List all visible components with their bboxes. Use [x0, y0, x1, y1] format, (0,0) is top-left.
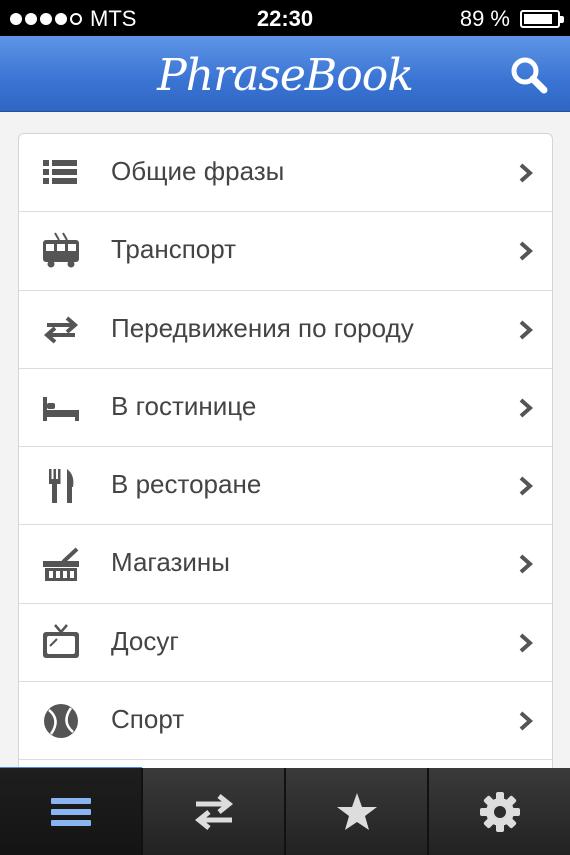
- chevron-right-icon: [519, 241, 534, 261]
- tab-translate[interactable]: [143, 768, 286, 855]
- app-title: PhraseBook: [157, 50, 414, 101]
- chevron-right-icon: [519, 554, 534, 574]
- ball-icon: [44, 704, 78, 739]
- list-item-city-travel[interactable]: Передвижения по городу: [19, 291, 552, 369]
- tab-categories[interactable]: [0, 768, 143, 855]
- category-list: Общие фразы Транспорт Передвижения по го…: [18, 133, 553, 773]
- battery-icon: [520, 10, 564, 28]
- star-icon: [336, 792, 377, 830]
- tab-settings[interactable]: [429, 768, 570, 855]
- shop-icon: [43, 548, 79, 582]
- list-item-leisure[interactable]: Досуг: [19, 604, 552, 683]
- list-item-label: Передвижения по городу: [111, 312, 414, 343]
- nav-bar: PhraseBook: [0, 36, 570, 112]
- list-item-sport[interactable]: Спорт: [19, 682, 552, 761]
- list-item-label: В ресторане: [111, 469, 262, 500]
- chevron-right-icon: [519, 711, 534, 731]
- list-item-label: Общие фразы: [111, 156, 285, 186]
- list-item-label: Досуг: [111, 625, 179, 656]
- trolleybus-icon: [43, 232, 79, 268]
- list-item-label: В гостинице: [111, 390, 257, 421]
- list-item-label: Транспорт: [111, 234, 237, 265]
- chevron-right-icon: [519, 633, 534, 653]
- list-item-label: Спорт: [111, 704, 185, 735]
- menu-icon: [50, 797, 91, 826]
- chevron-right-icon: [519, 476, 534, 496]
- list-item-general-phrases[interactable]: Общие фразы: [19, 134, 552, 213]
- arrows-left-right-icon: [43, 316, 79, 344]
- list-item-label: Магазины: [111, 547, 230, 578]
- status-bar: MTS 22:30 89 %: [0, 0, 570, 36]
- chevron-right-icon: [519, 320, 534, 340]
- battery-percent: 89 %: [459, 6, 510, 31]
- list-item-hotel[interactable]: В гостинице: [19, 369, 552, 448]
- battery-group: 89 %: [459, 6, 564, 32]
- swap-arrows-icon: [194, 793, 233, 830]
- chevron-right-icon: [519, 398, 534, 418]
- fork-knife-icon: [49, 469, 74, 504]
- chevron-right-icon: [519, 163, 534, 183]
- list-item-transport[interactable]: Транспорт: [19, 212, 552, 291]
- list-icon: [43, 160, 77, 184]
- search-icon: [511, 57, 548, 94]
- bed-icon: [43, 396, 79, 421]
- tv-icon: [43, 623, 79, 658]
- list-item-restaurant[interactable]: В ресторане: [19, 447, 552, 526]
- tab-favorites[interactable]: [286, 768, 429, 855]
- search-button[interactable]: [508, 54, 550, 96]
- list-item-shops[interactable]: Магазины: [19, 525, 552, 604]
- gear-icon: [479, 791, 520, 832]
- tab-bar: [0, 768, 570, 855]
